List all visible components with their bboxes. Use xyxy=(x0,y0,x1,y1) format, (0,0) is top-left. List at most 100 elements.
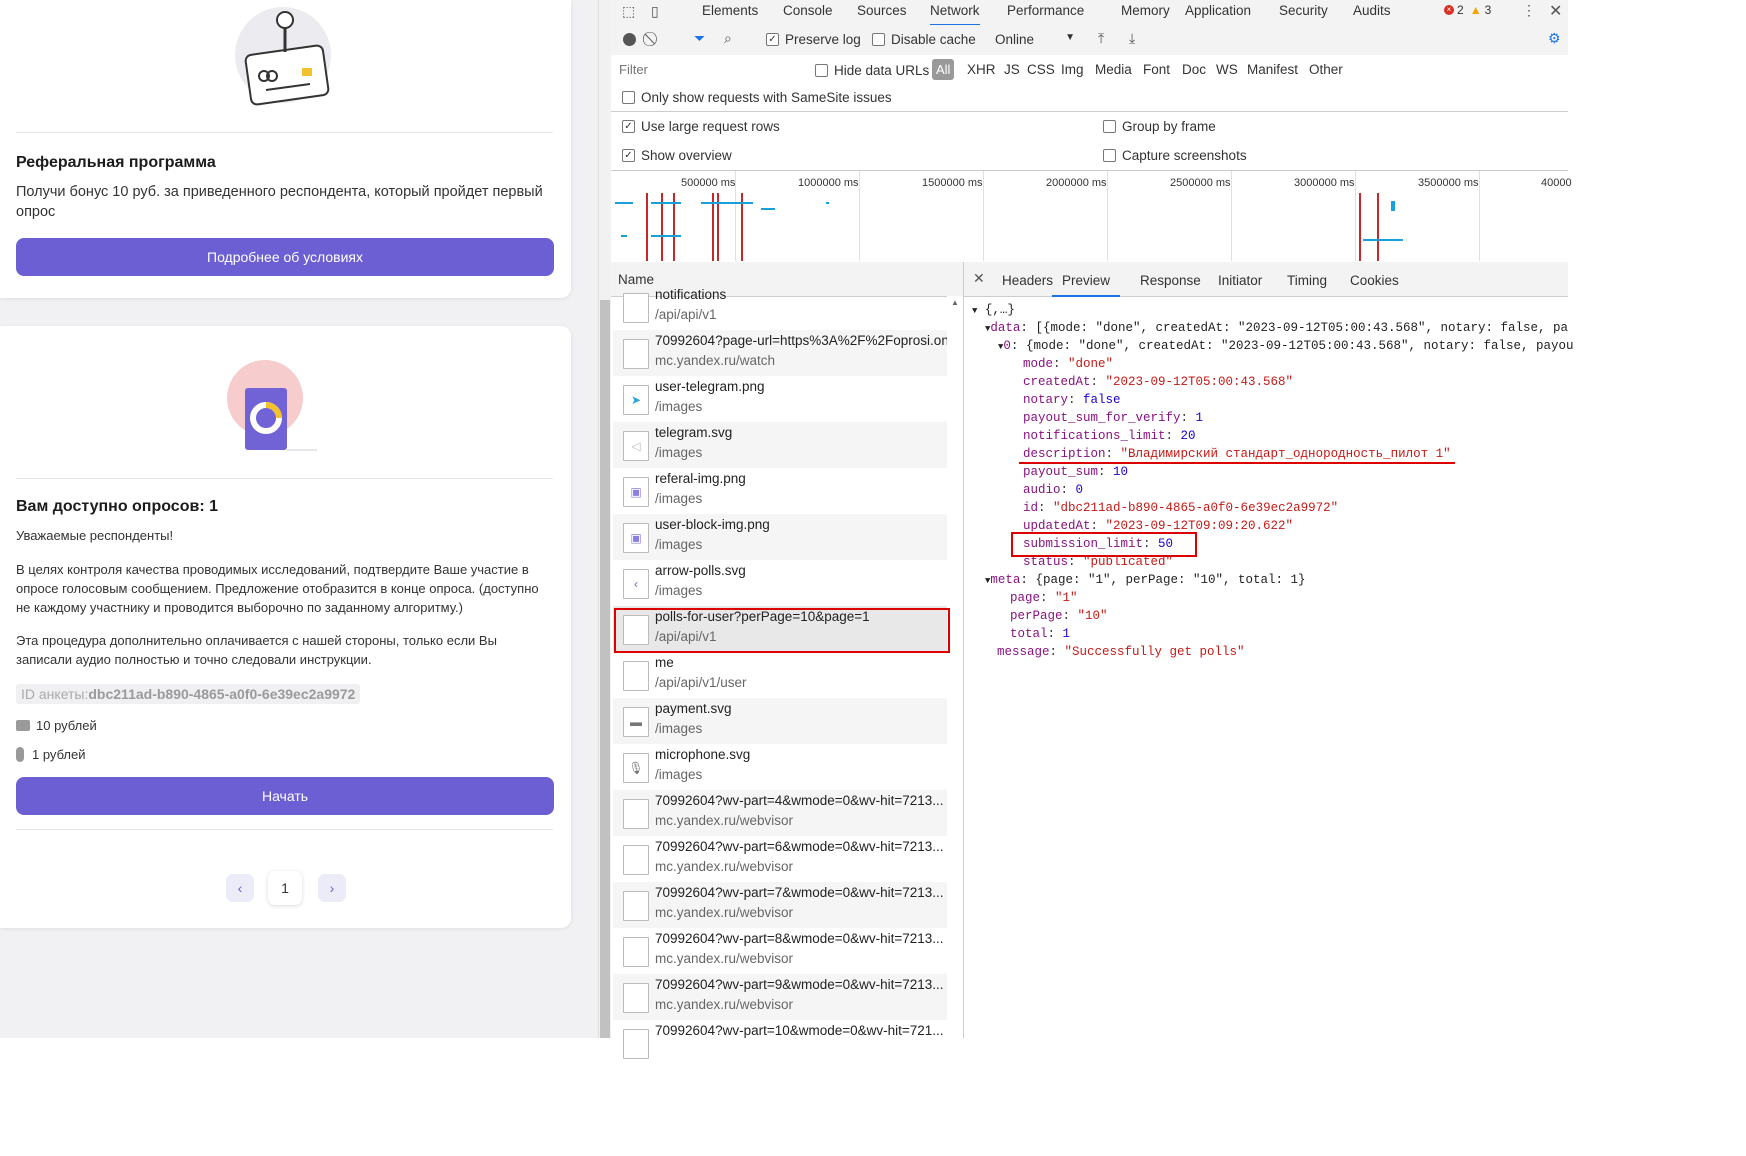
json-item-0-node[interactable]: ▼0: {mode: "done", createdAt: "2023-09-1… xyxy=(998,337,1574,356)
tab-application[interactable]: Application xyxy=(1185,0,1251,24)
error-counter[interactable]: × 2 ▲ 3 xyxy=(1444,3,1491,17)
request-list: Name notifications/api/api/v1 70992604?pa… xyxy=(611,262,964,1059)
request-list-scrollbar[interactable]: ▲ xyxy=(947,296,963,1038)
page-prev-button[interactable]: ‹ xyxy=(226,874,254,902)
request-name: telegram.svg xyxy=(655,425,733,440)
large-rows-checkbox[interactable]: ✓ Use large request rows xyxy=(622,119,780,134)
request-row[interactable]: ▣ referal-img.png/images xyxy=(613,468,947,514)
throttling-select[interactable]: Online ▼ xyxy=(995,32,1075,47)
request-row[interactable]: 70992604?wv-part=10&wmode=0&wv-hit=721..… xyxy=(613,1020,947,1066)
type-filter-doc[interactable]: Doc xyxy=(1182,62,1206,77)
import-har-icon[interactable]: ⤒ xyxy=(1098,30,1104,47)
tab-audits[interactable]: Audits xyxy=(1353,0,1391,24)
request-row[interactable]: notifications/api/api/v1 xyxy=(613,284,947,330)
checkbox-icon xyxy=(622,91,635,104)
request-row[interactable]: 70992604?wv-part=6&wmode=0&wv-hit=7213..… xyxy=(613,836,947,882)
filter-icon[interactable]: ⏷ xyxy=(694,30,705,47)
request-row[interactable]: me/api/api/v1/user xyxy=(613,652,947,698)
request-name: microphone.svg xyxy=(655,747,751,762)
gear-icon[interactable]: ⚙ xyxy=(1548,30,1561,47)
more-options-icon[interactable]: ⋮ xyxy=(1522,2,1536,19)
hide-data-urls-label: Hide data URLs xyxy=(834,63,930,78)
json-value: "dbc211ad-b890-4865-a0f0-6e39ec2a9972" xyxy=(1053,501,1339,515)
divider xyxy=(611,111,1568,112)
request-row[interactable]: 70992604?wv-part=4&wmode=0&wv-hit=7213..… xyxy=(613,790,947,836)
request-row[interactable]: 70992604?wv-part=7&wmode=0&wv-hit=7213..… xyxy=(613,882,947,928)
site-scrollbar[interactable] xyxy=(598,0,611,1038)
tab-cookies[interactable]: Cookies xyxy=(1350,262,1399,295)
json-data-node[interactable]: ▼data: [{mode: "done", createdAt: "2023-… xyxy=(985,319,1568,338)
record-icon[interactable] xyxy=(623,33,636,46)
close-details-icon[interactable]: ✕ xyxy=(973,270,985,287)
request-row[interactable]: 70992604?wv-part=9&wmode=0&wv-hit=7213..… xyxy=(613,974,947,1020)
search-icon[interactable]: ⌕ xyxy=(724,30,732,47)
capture-screenshots-checkbox[interactable]: Capture screenshots xyxy=(1103,148,1247,163)
checkbox-checked-icon: ✓ xyxy=(622,149,635,162)
checkbox-icon xyxy=(1103,120,1116,133)
scroll-up-icon[interactable]: ▲ xyxy=(951,298,959,307)
group-by-frame-checkbox[interactable]: Group by frame xyxy=(1103,119,1216,134)
tab-performance[interactable]: Performance xyxy=(1007,0,1084,24)
page-current[interactable]: 1 xyxy=(268,871,302,905)
poll-id-label: ID анкеты: xyxy=(21,686,89,702)
type-filter-js[interactable]: JS xyxy=(1004,62,1020,77)
devtools-panel: ⬚ ▯ Elements Console Sources Network Per… xyxy=(611,0,1574,1059)
type-filter-img[interactable]: Img xyxy=(1061,62,1084,77)
polls-payment-note: Эта процедура дополнительно оплачивается… xyxy=(16,633,497,667)
request-row[interactable]: ◁ telegram.svg/images xyxy=(613,422,947,468)
json-value: "Successfully get polls" xyxy=(1064,645,1245,659)
timeline-gridline xyxy=(1355,171,1356,261)
request-row[interactable]: ➤ user-telegram.png/images xyxy=(613,376,947,422)
json-meta-node[interactable]: ▼meta: {page: "1", perPage: "10", total:… xyxy=(985,571,1305,590)
large-rows-label: Use large request rows xyxy=(641,119,780,134)
export-har-icon[interactable]: ⤓ xyxy=(1129,30,1135,47)
tab-response[interactable]: Response xyxy=(1140,262,1201,295)
preserve-log-checkbox[interactable]: ✓ Preserve log xyxy=(766,32,861,47)
request-row[interactable]: 70992604?page-url=https%3A%2F%2Foprosi.o… xyxy=(613,330,947,376)
type-filter-ws[interactable]: WS xyxy=(1216,62,1238,77)
page-next-button[interactable]: › xyxy=(318,874,346,902)
samesite-checkbox[interactable]: Only show requests with SameSite issues xyxy=(622,90,892,105)
tab-sources[interactable]: Sources xyxy=(857,0,907,24)
tab-elements[interactable]: Elements xyxy=(702,0,758,24)
inspect-element-icon[interactable]: ⬚ xyxy=(622,3,635,20)
image-icon: ▣ xyxy=(623,523,649,553)
show-overview-checkbox[interactable]: ✓ Show overview xyxy=(622,148,732,163)
doc-icon xyxy=(623,983,649,1013)
timeline-load-marker xyxy=(646,193,648,261)
type-filter-xhr[interactable]: XHR xyxy=(967,62,996,77)
tab-network[interactable]: Network xyxy=(930,0,980,26)
timeline-gridline xyxy=(1231,171,1232,261)
device-toolbar-icon[interactable]: ▯ xyxy=(651,3,659,20)
start-poll-button[interactable]: Начать xyxy=(16,777,554,815)
filter-input[interactable] xyxy=(614,59,804,79)
hide-data-urls-checkbox[interactable]: Hide data URLs xyxy=(815,63,929,78)
tab-timing[interactable]: Timing xyxy=(1287,262,1327,295)
tab-security[interactable]: Security xyxy=(1279,0,1328,24)
close-devtools-icon[interactable]: ✕ xyxy=(1549,1,1562,21)
type-filter-all[interactable]: All xyxy=(932,59,955,80)
type-filter-media[interactable]: Media xyxy=(1095,62,1132,77)
referral-details-button[interactable]: Подробнее об условиях xyxy=(16,238,554,276)
tab-memory[interactable]: Memory xyxy=(1121,0,1170,24)
doc-icon xyxy=(623,937,649,967)
request-row[interactable]: ▬ payment.svg/images xyxy=(613,698,947,744)
network-overview-timeline[interactable]: 500000 ms 1000000 ms 1500000 ms 2000000 … xyxy=(611,170,1572,263)
disable-cache-checkbox[interactable]: Disable cache xyxy=(872,32,976,47)
type-filter-css[interactable]: CSS xyxy=(1027,62,1055,77)
request-row[interactable]: 🎙 microphone.svg/images xyxy=(613,744,947,790)
request-row[interactable]: ▣ user-block-img.png/images xyxy=(613,514,947,560)
request-path: /api/api/v1 xyxy=(655,307,717,322)
tab-headers[interactable]: Headers xyxy=(1002,262,1053,295)
type-filter-other[interactable]: Other xyxy=(1309,62,1343,77)
tab-initiator[interactable]: Initiator xyxy=(1218,262,1262,295)
preserve-log-label: Preserve log xyxy=(785,32,861,47)
tab-console[interactable]: Console xyxy=(783,0,833,24)
request-row[interactable]: 70992604?wv-part=8&wmode=0&wv-hit=7213..… xyxy=(613,928,947,974)
type-filter-font[interactable]: Font xyxy=(1143,62,1170,77)
tab-preview[interactable]: Preview xyxy=(1052,262,1121,297)
request-row[interactable]: ‹ arrow-polls.svg/images xyxy=(613,560,947,606)
json-root[interactable]: ▼ {,…} xyxy=(972,301,1015,320)
type-filter-manifest[interactable]: Manifest xyxy=(1247,62,1298,77)
scrollbar-thumb[interactable] xyxy=(600,300,610,1038)
